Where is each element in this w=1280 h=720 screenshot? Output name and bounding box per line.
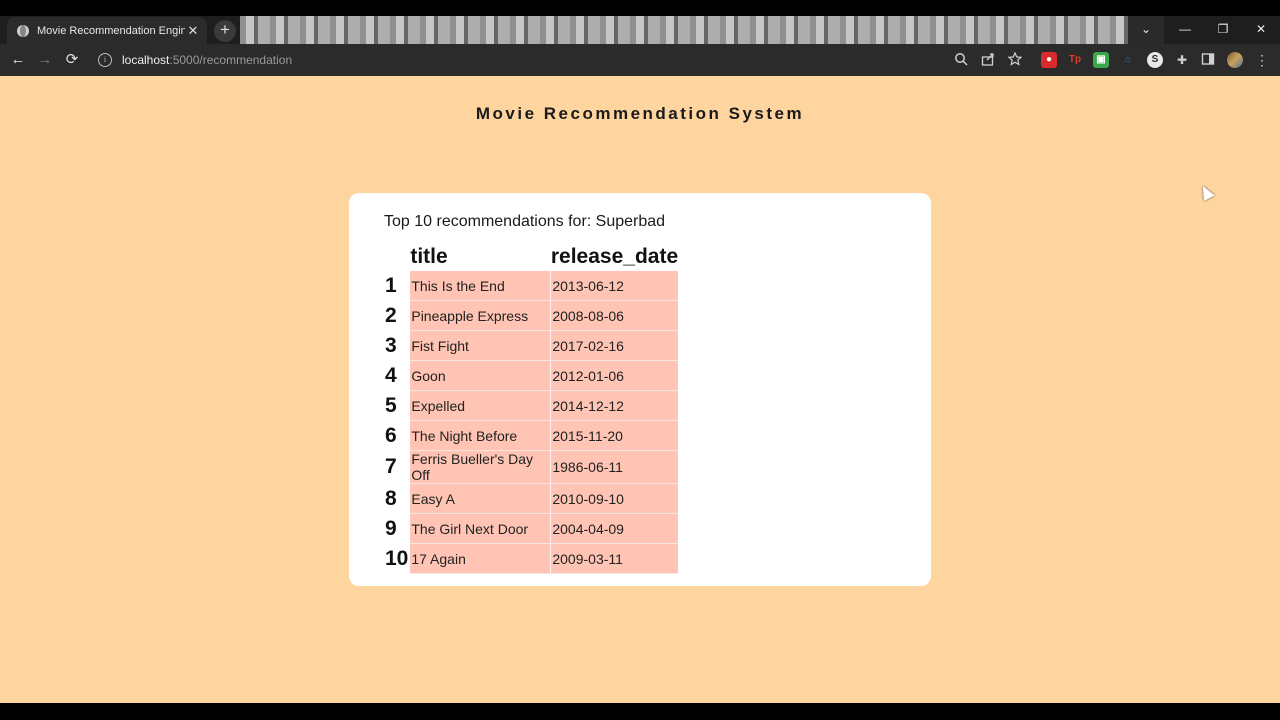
tabstrip-theme-pattern [240, 16, 1130, 44]
top-letterbox [0, 0, 1280, 16]
row-index: 8 [385, 486, 397, 510]
movie-title-cell: Goon [410, 360, 552, 391]
release-date-cell: 1986-06-11 [550, 450, 679, 484]
table-row: 4 Goon 2012-01-06 [383, 360, 679, 391]
forward-arrow-icon[interactable]: → [35, 50, 55, 70]
column-header-title: title [410, 245, 448, 268]
recommendation-subtitle: Top 10 recommendations for: Superbad [384, 213, 666, 230]
puzzle-icon[interactable]: ✚ [1174, 52, 1190, 68]
close-window-button[interactable]: ✕ [1242, 16, 1280, 44]
bookmark-star-icon[interactable] [1007, 51, 1023, 68]
release-date-cell: 2008-08-06 [550, 300, 679, 331]
table-row: 8 Easy A 2010-09-10 [383, 483, 679, 514]
tab-title: Movie Recommendation Engine [37, 24, 185, 37]
s-extension-icon[interactable]: S [1147, 52, 1163, 68]
table-header-row: title release_date [383, 243, 678, 271]
url-host: localhost [122, 53, 170, 67]
tp-extension-icon[interactable]: Tp [1067, 52, 1083, 68]
zoom-icon[interactable] [953, 52, 969, 68]
movie-title-cell: Pineapple Express [410, 300, 552, 331]
table-row: 2 Pineapple Express 2008-08-06 [383, 300, 679, 331]
table-row: 5 Expelled 2014-12-12 [383, 390, 679, 421]
recommendation-table: title release_date 1 This Is the End 2013-… [383, 243, 679, 574]
table-row: 7 Ferris Bueller's Day Off 1986-06-11 [383, 450, 679, 484]
kebab-menu-icon[interactable]: ⋮ [1254, 52, 1270, 68]
minimize-button[interactable]: — [1166, 16, 1204, 44]
release-date-cell: 2013-06-12 [550, 271, 679, 301]
bottom-letterbox [0, 703, 1280, 720]
row-index: 4 [385, 363, 397, 387]
mouse-cursor [1197, 183, 1215, 201]
release-date-cell: 2010-09-10 [550, 483, 679, 514]
movie-title-cell: 17 Again [410, 543, 552, 574]
tab-close-icon[interactable]: ✕ [185, 23, 201, 39]
movie-title-cell: Fist Fight [410, 330, 552, 361]
table-row: 3 Fist Fight 2017-02-16 [383, 330, 679, 361]
row-index: 10 [385, 546, 409, 570]
release-date-cell: 2012-01-06 [550, 360, 679, 391]
row-index: 6 [385, 423, 397, 447]
maximize-button[interactable]: ❐ [1204, 16, 1242, 44]
movie-title-cell: Ferris Bueller's Day Off [410, 450, 552, 484]
table-row: 10 17 Again 2009-03-11 [383, 543, 679, 574]
release-date-cell: 2017-02-16 [550, 330, 679, 361]
new-tab-button[interactable]: + [214, 20, 236, 42]
tab-search-dropdown-icon[interactable]: ⌄ [1128, 16, 1164, 44]
movie-title-cell: Easy A [410, 483, 552, 514]
movie-title-cell: The Girl Next Door [410, 513, 552, 544]
sidepanel-icon[interactable] [1200, 52, 1216, 68]
tab-strip: Movie Recommendation Engine ✕ + [0, 16, 1280, 44]
row-index: 2 [385, 303, 397, 327]
release-date-cell: 2014-12-12 [550, 390, 679, 421]
page-content: Movie Recommendation System Top 10 recom… [0, 76, 1280, 703]
recommendation-card: Top 10 recommendations for: Superbad tit… [349, 193, 931, 586]
index-header [383, 243, 410, 271]
row-index: 5 [385, 393, 397, 417]
table-row: 9 The Girl Next Door 2004-04-09 [383, 513, 679, 544]
url-path: :5000/recommendation [169, 53, 293, 67]
row-index: 1 [385, 273, 397, 297]
movie-title-cell: The Night Before [410, 420, 552, 451]
blue-extension-icon[interactable]: ⌂ [1120, 52, 1136, 68]
table-row: 6 The Night Before 2015-11-20 [383, 420, 679, 451]
browser-tab[interactable]: Movie Recommendation Engine ✕ [7, 17, 207, 44]
page-title: Movie Recommendation System [475, 104, 805, 123]
profile-avatar[interactable] [1227, 52, 1243, 68]
share-icon[interactable] [980, 52, 996, 68]
back-arrow-icon[interactable]: ← [8, 50, 28, 70]
site-info-icon[interactable]: i [98, 53, 112, 67]
movie-title-cell: This Is the End [410, 271, 552, 301]
globe-icon [17, 24, 29, 37]
green-extension-icon[interactable]: ▣ [1093, 52, 1109, 68]
row-index: 9 [385, 516, 397, 540]
release-date-cell: 2015-11-20 [550, 420, 679, 451]
table-row: 1 This Is the End 2013-06-12 [383, 271, 679, 301]
column-header-release-date: release_date [550, 245, 679, 268]
row-index: 7 [385, 455, 397, 478]
reload-icon[interactable]: ⟳ [62, 50, 82, 70]
movie-title-cell: Expelled [410, 390, 552, 421]
release-date-cell: 2009-03-11 [550, 543, 679, 574]
browser-toolbar: ← → ⟳ i localhost:5000/recommendation ● … [0, 44, 1280, 76]
row-index: 3 [385, 333, 397, 357]
ublock-extension-icon[interactable]: ● [1041, 52, 1057, 68]
release-date-cell: 2004-04-09 [550, 513, 679, 544]
